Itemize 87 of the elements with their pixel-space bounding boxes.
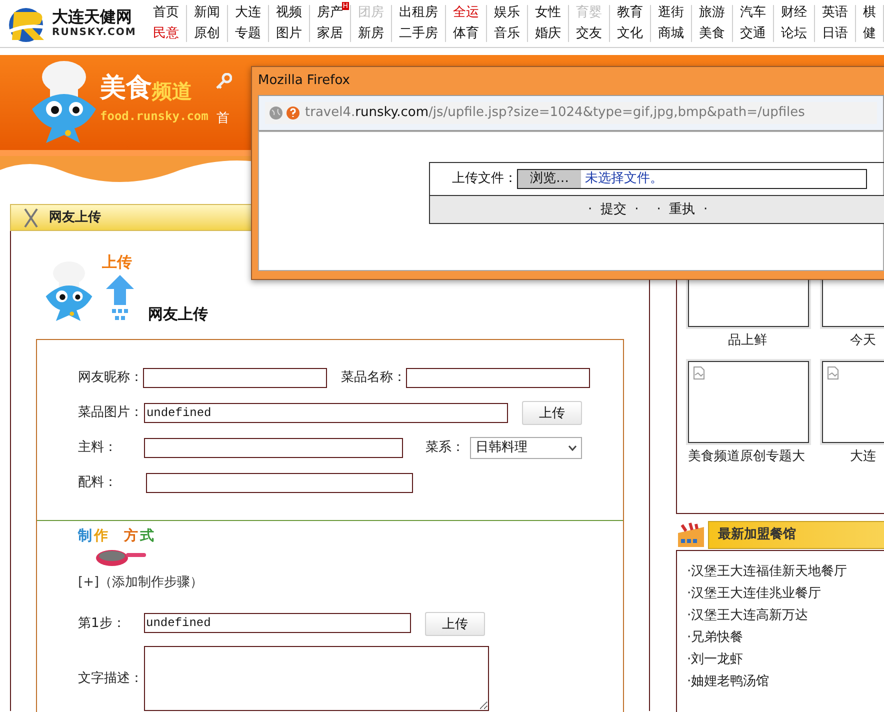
thumbnail-caption[interactable]: 品上鲜 [688,331,767,350]
nav-link[interactable]: 财经 [781,5,807,20]
nav-link[interactable]: 交友 [576,26,602,41]
nav-link[interactable]: 体育 [453,26,479,41]
restaurant-link[interactable]: ·汉堡王大连佳兆业餐厅 [687,583,884,605]
cooking-method-logo: 制作方式 [78,529,154,543]
nav-link[interactable]: 商城 [658,26,684,41]
url-text: travel4.runsky.com/js/upfile.jsp?size=1024&type=gif,jpg,bmp&path=/upfiles [305,104,805,122]
nav-link[interactable]: 教育 [617,5,643,20]
nav-link[interactable]: 女性 [535,5,561,20]
thumbnail-caption[interactable]: 美食频道原创专题大 [688,446,805,466]
broken-image-icon [827,366,839,380]
image-path-field[interactable]: undefined [144,402,508,422]
nav-link[interactable]: 娱乐 [494,5,520,20]
globe-icon [269,106,283,120]
field-label: 菜品图片： [78,404,144,422]
text-field[interactable] [146,472,413,492]
nav-link[interactable]: 健 [863,26,876,41]
nav-link[interactable]: 旅游 [699,5,725,20]
site-name: 大连天健网 [52,9,133,25]
field-label: 菜品名称： [341,368,406,387]
field-label: 菜系： [426,438,466,457]
fork-knife-icon [23,208,39,228]
thumbnail-caption[interactable]: 大连 [822,446,876,466]
nav-link[interactable]: 婚庆 [535,26,561,41]
text-field[interactable] [143,368,327,388]
thumbnail-caption[interactable]: 今天 [822,331,876,350]
nav-link[interactable]: 房产 [317,5,343,20]
restaurant-link[interactable]: ·刘一龙虾 [687,649,884,671]
cuisine-select[interactable]: 日韩料理 [470,436,582,458]
thumbnail-frame[interactable] [688,360,809,442]
nav-link[interactable]: 美食 [699,26,725,41]
restaurant-link[interactable]: ·兄弟快餐 [687,627,884,649]
nav-link[interactable]: 论坛 [781,26,807,41]
step-image-field[interactable]: undefined [144,613,411,634]
nav-link[interactable]: 英语 [822,5,848,20]
nav-link[interactable]: 首页 [153,5,179,20]
nav-link[interactable]: 图片 [276,26,302,41]
field-label: 第1步： [78,614,126,633]
nav-link[interactable]: 家居 [317,26,343,41]
address-bar[interactable]: travel4.runsky.com/js/upfile.jsp?size=1024&type=gif,jpg,bmp&path=/upfiles [265,102,877,124]
nav-link[interactable]: 交通 [740,26,766,41]
text-field[interactable] [406,368,590,388]
upload-label: 上传 [102,252,132,273]
nav-link[interactable]: 视频 [276,5,302,20]
nav-link[interactable]: 新房 [358,26,384,41]
nav-link[interactable]: 原创 [194,26,220,41]
broken-image-icon [693,366,705,380]
upload-heading: 网友上传 [148,304,208,324]
restaurant-link[interactable]: ·汉堡王大连高新万达 [687,605,884,627]
nav-link[interactable]: 全运 [453,5,479,20]
nav-link[interactable]: 专题 [235,26,261,41]
channel-domain: food.runsky.com [100,108,208,125]
help-icon [286,106,300,120]
nav-link[interactable]: 棋 [863,5,876,20]
site-domain: RUNSKY.COM [52,28,136,38]
nav-link[interactable]: 音乐 [494,26,520,41]
nav-link[interactable]: 日语 [822,26,848,41]
caret-icon [568,444,577,450]
text-field[interactable] [144,438,403,458]
nav-link[interactable]: 文化 [617,26,643,41]
restaurant-icon [676,521,706,549]
section-header: 最新加盟餐馆 [708,521,884,549]
nav-link[interactable]: 新闻 [194,5,220,20]
description-field[interactable] [144,646,489,712]
restaurant-link[interactable]: ·汉堡王大连福佳新天地餐厅 [687,561,884,583]
field-label: 配料： [78,474,118,492]
field-label: 上传文件： [452,170,517,188]
nav-link[interactable]: 出租房 [399,5,438,20]
window-title: Mozilla Firefox [258,72,350,90]
form-button[interactable]: · 重执 · [656,200,708,220]
key-icon [216,73,232,89]
restaurant-link[interactable]: ·妯娌老鸭汤馆 [687,671,884,693]
upload-button[interactable]: 上传 [425,612,485,636]
add-step-link[interactable]: [+]（添加制作步骤） [78,573,582,592]
field-label: 网友昵称： [78,368,143,387]
file-input[interactable]: 浏览… 未选择文件。 [517,169,867,189]
nav-link[interactable]: 二手房 [399,26,438,41]
nav-link[interactable]: 汽车 [740,5,766,20]
nav-link[interactable]: 逛街 [658,5,684,20]
nav-link[interactable]: 民意 [153,26,179,41]
channel-subtitle: 频道 [152,81,192,101]
field-label: 文字描述： [78,670,144,688]
nav-link[interactable]: 大连 [235,5,261,20]
upload-button[interactable]: 上传 [522,401,582,426]
channel-title: 美食 [100,75,152,101]
field-label: 主料： [78,438,118,457]
